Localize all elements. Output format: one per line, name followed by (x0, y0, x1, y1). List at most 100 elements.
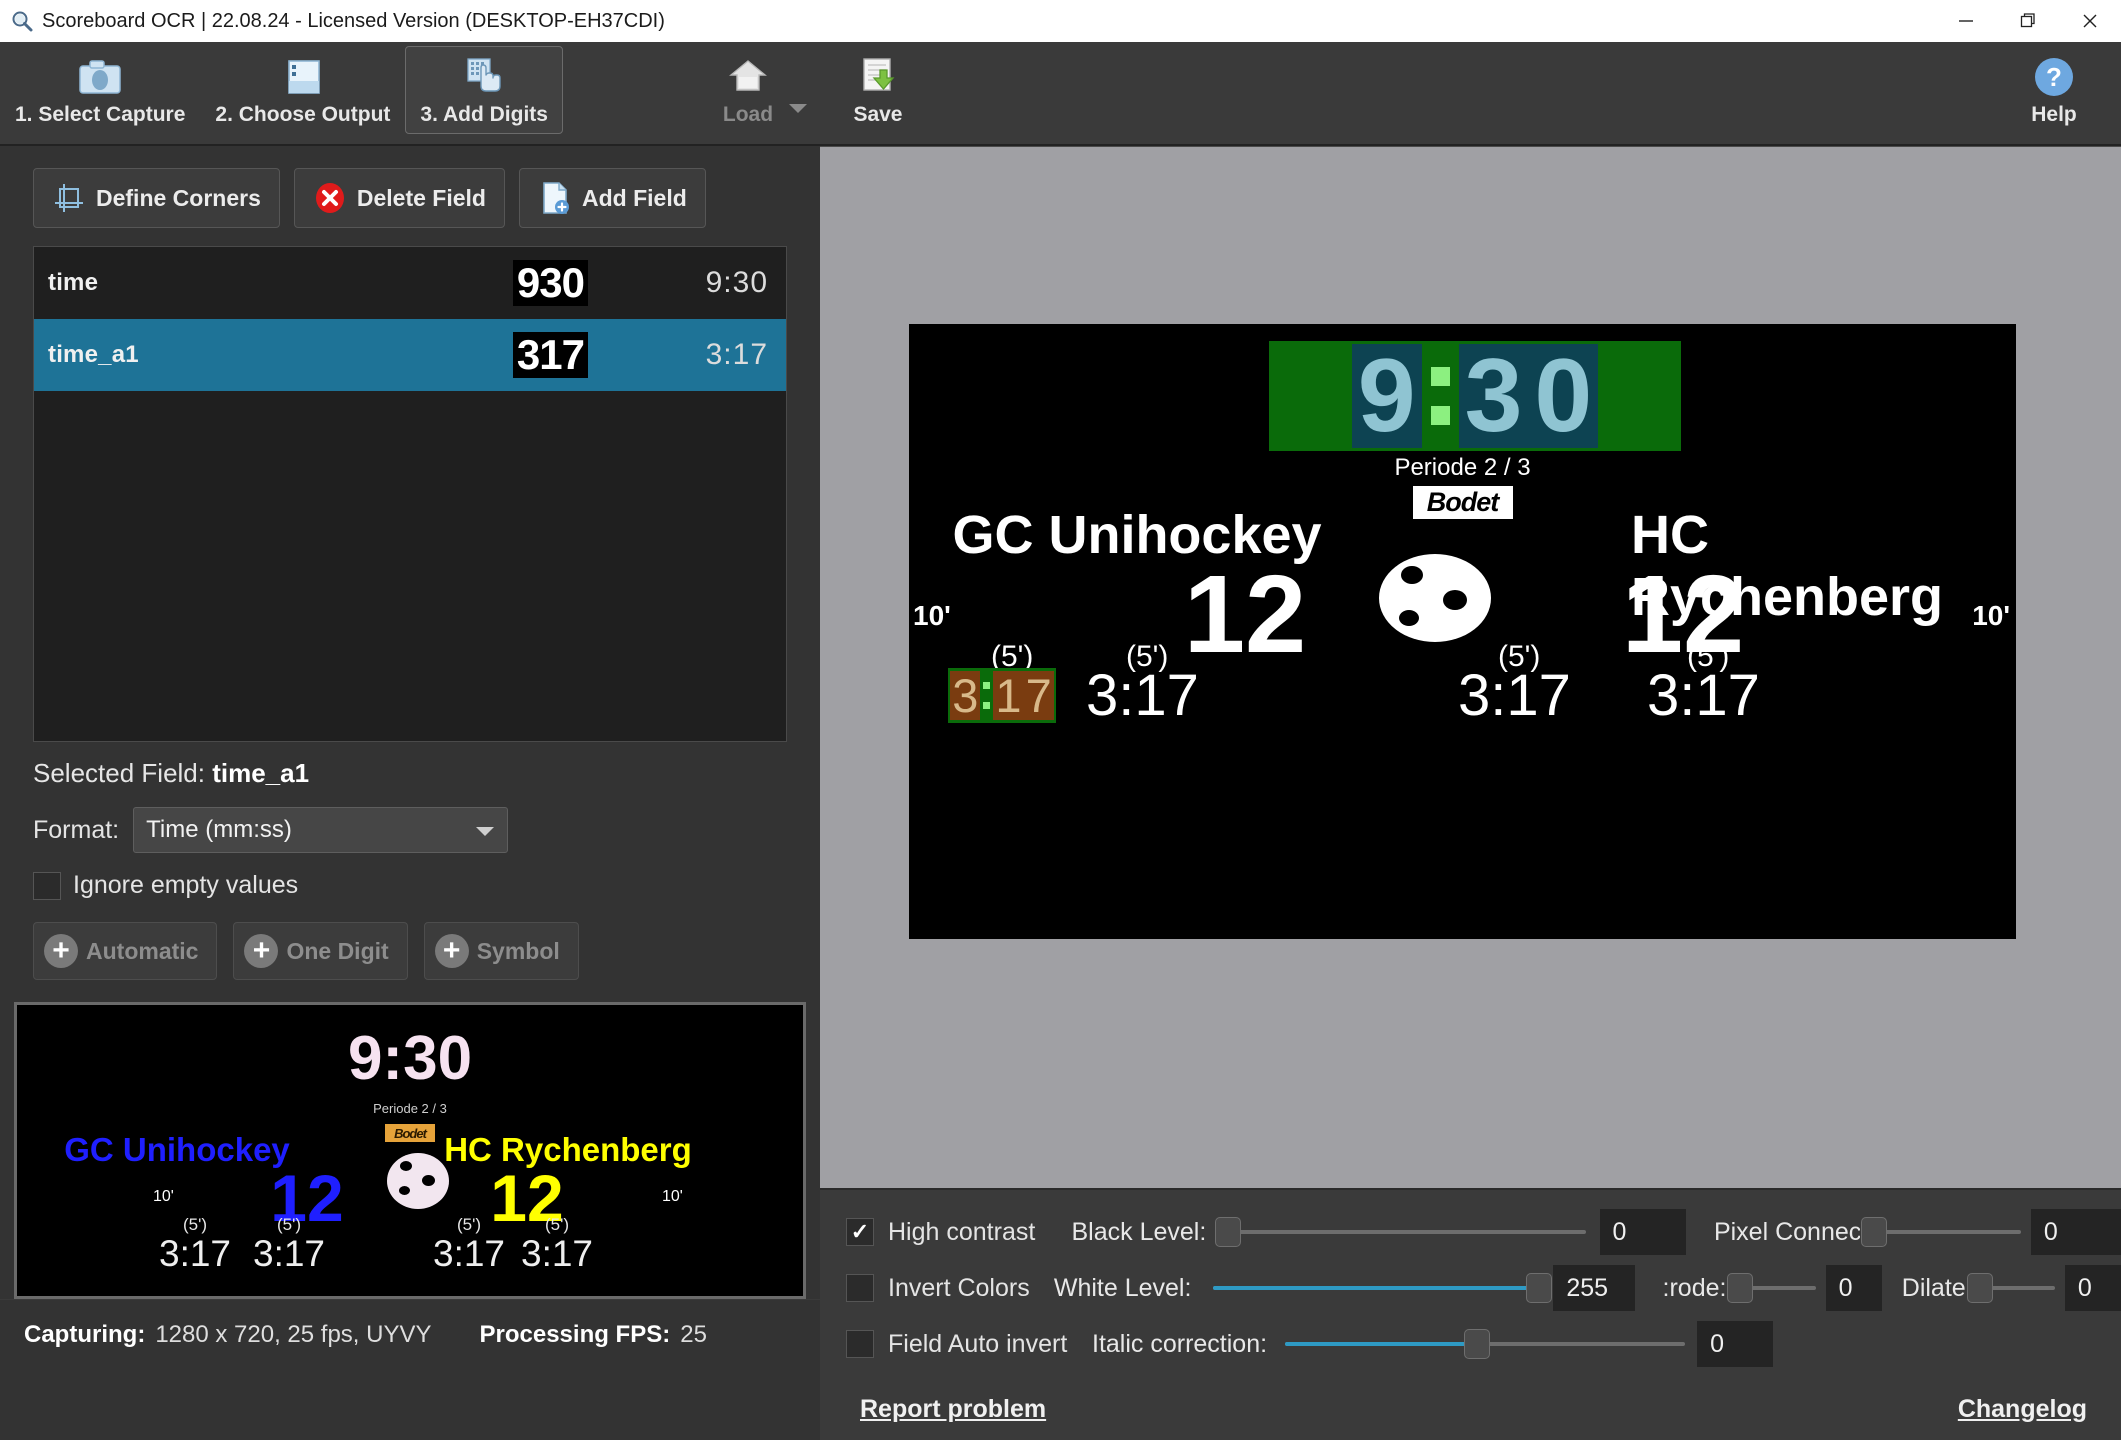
table-row[interactable]: time 930 9:30 (34, 247, 786, 319)
scoreboard-right-marker: 10' (1972, 600, 2010, 632)
close-button[interactable] (2059, 0, 2121, 42)
field-thumbnail: 317 (513, 332, 588, 378)
selected-field-section: Selected Field: time_a1 Format: Time (mm… (0, 742, 820, 980)
slider-thumb[interactable] (1861, 1217, 1887, 1247)
slider-thumb[interactable] (1464, 1329, 1490, 1359)
changelog-link[interactable]: Changelog (1958, 1395, 2087, 1424)
add-symbol-label: Symbol (477, 938, 560, 965)
define-corners-button[interactable]: Define Corners (33, 168, 280, 228)
live-preview-penalty: 3:17 (521, 1233, 593, 1275)
field-list[interactable]: time 930 9:30 time_a1 317 3:17 (33, 246, 787, 742)
add-one-digit-button[interactable]: + One Digit (233, 922, 407, 980)
invert-colors-row[interactable]: Invert Colors (846, 1274, 1030, 1303)
toolbar-choose-output[interactable]: 2. Choose Output (200, 46, 405, 134)
white-level-slider[interactable] (1213, 1273, 1539, 1303)
toolbar-load[interactable]: Load (703, 46, 793, 134)
toolbar-select-capture[interactable]: 1. Select Capture (0, 46, 200, 134)
white-level-label: White Level: (1054, 1274, 1192, 1303)
live-preview-clock: 9:30 (348, 1023, 472, 1094)
add-symbol-button[interactable]: + Symbol (424, 922, 579, 980)
load-icon (725, 55, 771, 99)
scoreboard-clock-digit: 0 (1528, 344, 1598, 448)
field-auto-invert-checkbox[interactable] (846, 1330, 874, 1358)
add-file-icon (538, 181, 572, 215)
live-preview-penalty: 3:17 (159, 1233, 231, 1275)
pixel-connect-value[interactable]: 0 (2031, 1209, 2121, 1255)
scoreboard-clock-digit: 3 (1459, 344, 1529, 448)
table-row[interactable]: time_a1 317 3:17 (34, 319, 786, 391)
ignore-empty-values-checkbox[interactable] (33, 872, 61, 900)
slider-thumb[interactable] (1526, 1273, 1552, 1303)
slider-thumb[interactable] (1727, 1273, 1753, 1303)
scoreboard-clock-box[interactable]: 9 3 0 (1269, 341, 1681, 451)
white-level-value[interactable]: 255 (1553, 1265, 1634, 1311)
live-preview-penalty-caption: (5') (457, 1215, 481, 1235)
live-preview-period: Periode 2 / 3 (373, 1101, 447, 1116)
live-preview-penalty-caption: (5') (277, 1215, 301, 1235)
toolbar-save[interactable]: Save (833, 46, 923, 134)
output-window-icon (281, 55, 325, 99)
scoreboard-image[interactable]: 9 3 0 Periode 2 / 3 Bodet GC Unihockey H… (909, 324, 2016, 939)
footer-links: Report problem Changelog (820, 1378, 2121, 1440)
control-row-1: ✓ High contrast Black Level: 0 Pixel Con… (820, 1204, 2121, 1260)
title-bar: Scoreboard OCR | 22.08.24 - Licensed Ver… (0, 0, 2121, 42)
scoreboard-period: Periode 2 / 3 (1394, 454, 1530, 482)
format-label: Format: (33, 816, 119, 845)
field-value: 3:17 (638, 338, 768, 372)
live-preview-penalty: 3:17 (433, 1233, 505, 1275)
window-controls (1935, 0, 2121, 42)
slider-track (1874, 1230, 2021, 1234)
high-contrast-checkbox[interactable]: ✓ (846, 1218, 874, 1246)
field-auto-invert-label: Field Auto invert (888, 1330, 1067, 1359)
capture-canvas[interactable]: 9 3 0 Periode 2 / 3 Bodet GC Unihockey H… (820, 146, 2121, 1188)
report-problem-link[interactable]: Report problem (860, 1395, 1046, 1424)
dilate-value[interactable]: 0 (2065, 1265, 2121, 1311)
erode-value[interactable]: 0 (1826, 1265, 1882, 1311)
italic-correction-value[interactable]: 0 (1697, 1321, 1773, 1367)
help-icon: ? (2032, 55, 2076, 99)
black-level-label: Black Level: (1072, 1218, 1207, 1247)
camera-icon (77, 55, 123, 99)
toolbar-help[interactable]: ? Help (2009, 46, 2099, 134)
italic-correction-slider[interactable] (1285, 1329, 1685, 1359)
load-dropdown-caret-icon[interactable] (787, 101, 809, 120)
capturing-value: 1280 x 720, 25 fps, UYVY (155, 1321, 431, 1349)
control-row-2: Invert Colors White Level: 255 :rode: 0 … (820, 1260, 2121, 1316)
dilate-slider[interactable] (1980, 1273, 2055, 1303)
image-processing-controls: ✓ High contrast Black Level: 0 Pixel Con… (820, 1188, 2121, 1378)
field-auto-invert-row[interactable]: Field Auto invert (846, 1330, 1096, 1359)
black-level-value[interactable]: 0 (1600, 1209, 1686, 1255)
invert-colors-checkbox[interactable] (846, 1274, 874, 1302)
window-title: Scoreboard OCR | 22.08.24 - Licensed Ver… (42, 10, 665, 33)
dilate-label: Dilate (1902, 1274, 1966, 1303)
live-preview-ball-icon (387, 1153, 449, 1209)
format-row: Format: Time (mm:ss) (33, 807, 787, 853)
define-corners-label: Define Corners (96, 185, 261, 212)
delete-field-button[interactable]: Delete Field (294, 168, 505, 228)
scoreboard-home-score: 12 (1184, 551, 1306, 678)
crop-corners-icon (52, 181, 86, 215)
scoreboard-penalty-highlight[interactable]: 3 1 7 (948, 668, 1056, 723)
scoreboard-clock-digit: 9 (1352, 344, 1422, 448)
add-field-button[interactable]: Add Field (519, 168, 706, 228)
delete-field-label: Delete Field (357, 185, 486, 212)
live-preview[interactable]: 9:30 Periode 2 / 3 Bodet GC Unihockey HC… (14, 1002, 806, 1299)
slider-thumb[interactable] (1967, 1273, 1993, 1303)
add-automatic-label: Automatic (86, 938, 198, 965)
plus-icon: + (244, 934, 278, 968)
pixel-connect-slider[interactable] (1874, 1217, 2021, 1247)
slider-thumb[interactable] (1215, 1217, 1241, 1247)
processing-fps-label: Processing FPS: (480, 1321, 671, 1349)
format-select[interactable]: Time (mm:ss) (133, 807, 508, 853)
application-window: Scoreboard OCR | 22.08.24 - Licensed Ver… (0, 0, 2121, 1440)
live-preview-home-team: GC Unihockey (64, 1131, 290, 1169)
add-automatic-button[interactable]: + Automatic (33, 922, 217, 980)
high-contrast-label: High contrast (888, 1218, 1035, 1247)
maximize-button[interactable] (1997, 0, 2059, 42)
black-level-slider[interactable] (1228, 1217, 1585, 1247)
high-contrast-row[interactable]: ✓ High contrast (846, 1218, 1048, 1247)
minimize-button[interactable] (1935, 0, 1997, 42)
erode-slider[interactable] (1740, 1273, 1815, 1303)
toolbar-add-digits[interactable]: 3. Add Digits (405, 46, 563, 134)
ignore-empty-values-row[interactable]: Ignore empty values (33, 871, 787, 900)
